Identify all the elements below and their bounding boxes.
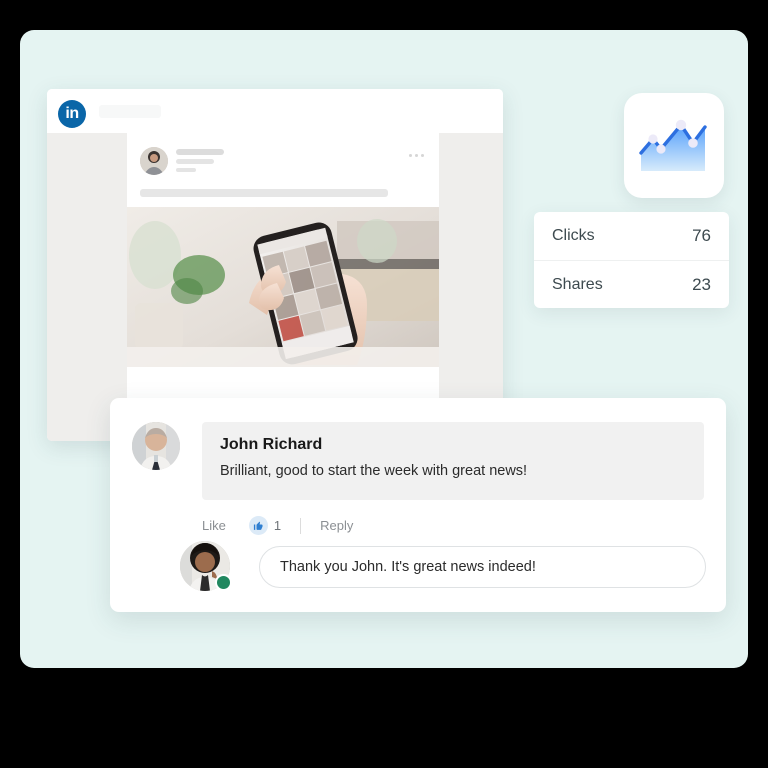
thumbs-up-icon [248, 516, 268, 535]
linkedin-card-header: in [47, 89, 503, 133]
like-count: 1 [273, 518, 282, 533]
reply-input[interactable]: Thank you John. It's great news indeed! [259, 546, 706, 588]
more-options-icon[interactable] [409, 154, 424, 157]
chart-tile-card[interactable] [624, 93, 724, 198]
stat-value-shares: 23 [692, 274, 711, 294]
header-placeholder-bar [99, 105, 161, 118]
stats-card: Clicks 76 Shares 23 [534, 212, 729, 308]
comment-card: John Richard Brilliant, good to start th… [110, 398, 726, 612]
comment-bubble: John Richard Brilliant, good to start th… [202, 422, 704, 500]
stat-row-shares: Shares 23 [534, 260, 729, 308]
like-count-pill[interactable]: 1 [248, 516, 282, 535]
comment-text: Brilliant, good to start the week with g… [220, 463, 528, 479]
post-author-placeholder-lines [176, 149, 224, 176]
post-photo [127, 207, 439, 367]
post-text-placeholder-bar [140, 189, 388, 197]
screenshot-stage: in Clicks 76 Shares 23 John Richard Bril… [0, 0, 768, 768]
linkedin-feed-column [127, 133, 439, 441]
linkedin-post-card: in [47, 89, 503, 441]
reply-button[interactable]: Reply [320, 518, 353, 533]
post-author-row [140, 147, 426, 181]
linkedin-icon[interactable]: in [58, 100, 86, 128]
stat-label-clicks: Clicks [552, 227, 595, 244]
linkedin-card-body [47, 133, 503, 441]
stat-label-shares: Shares [552, 275, 603, 293]
stat-row-clicks: Clicks 76 [534, 212, 729, 260]
actions-divider [300, 517, 302, 534]
comment-thread-item: John Richard Brilliant, good to start th… [132, 422, 704, 500]
like-button[interactable]: Like [202, 518, 226, 533]
john-richard-avatar[interactable] [132, 422, 180, 470]
line-chart-icon [637, 115, 711, 177]
comment-actions: Like 1 Reply [202, 516, 353, 535]
post-author-avatar[interactable] [140, 147, 168, 175]
current-user-avatar-wrapper [180, 541, 232, 591]
comment-author-name: John Richard [220, 436, 323, 453]
stat-value-clicks: 76 [692, 226, 711, 245]
reply-input-value: Thank you John. It's great news indeed! [280, 559, 536, 575]
online-status-badge [215, 574, 232, 591]
